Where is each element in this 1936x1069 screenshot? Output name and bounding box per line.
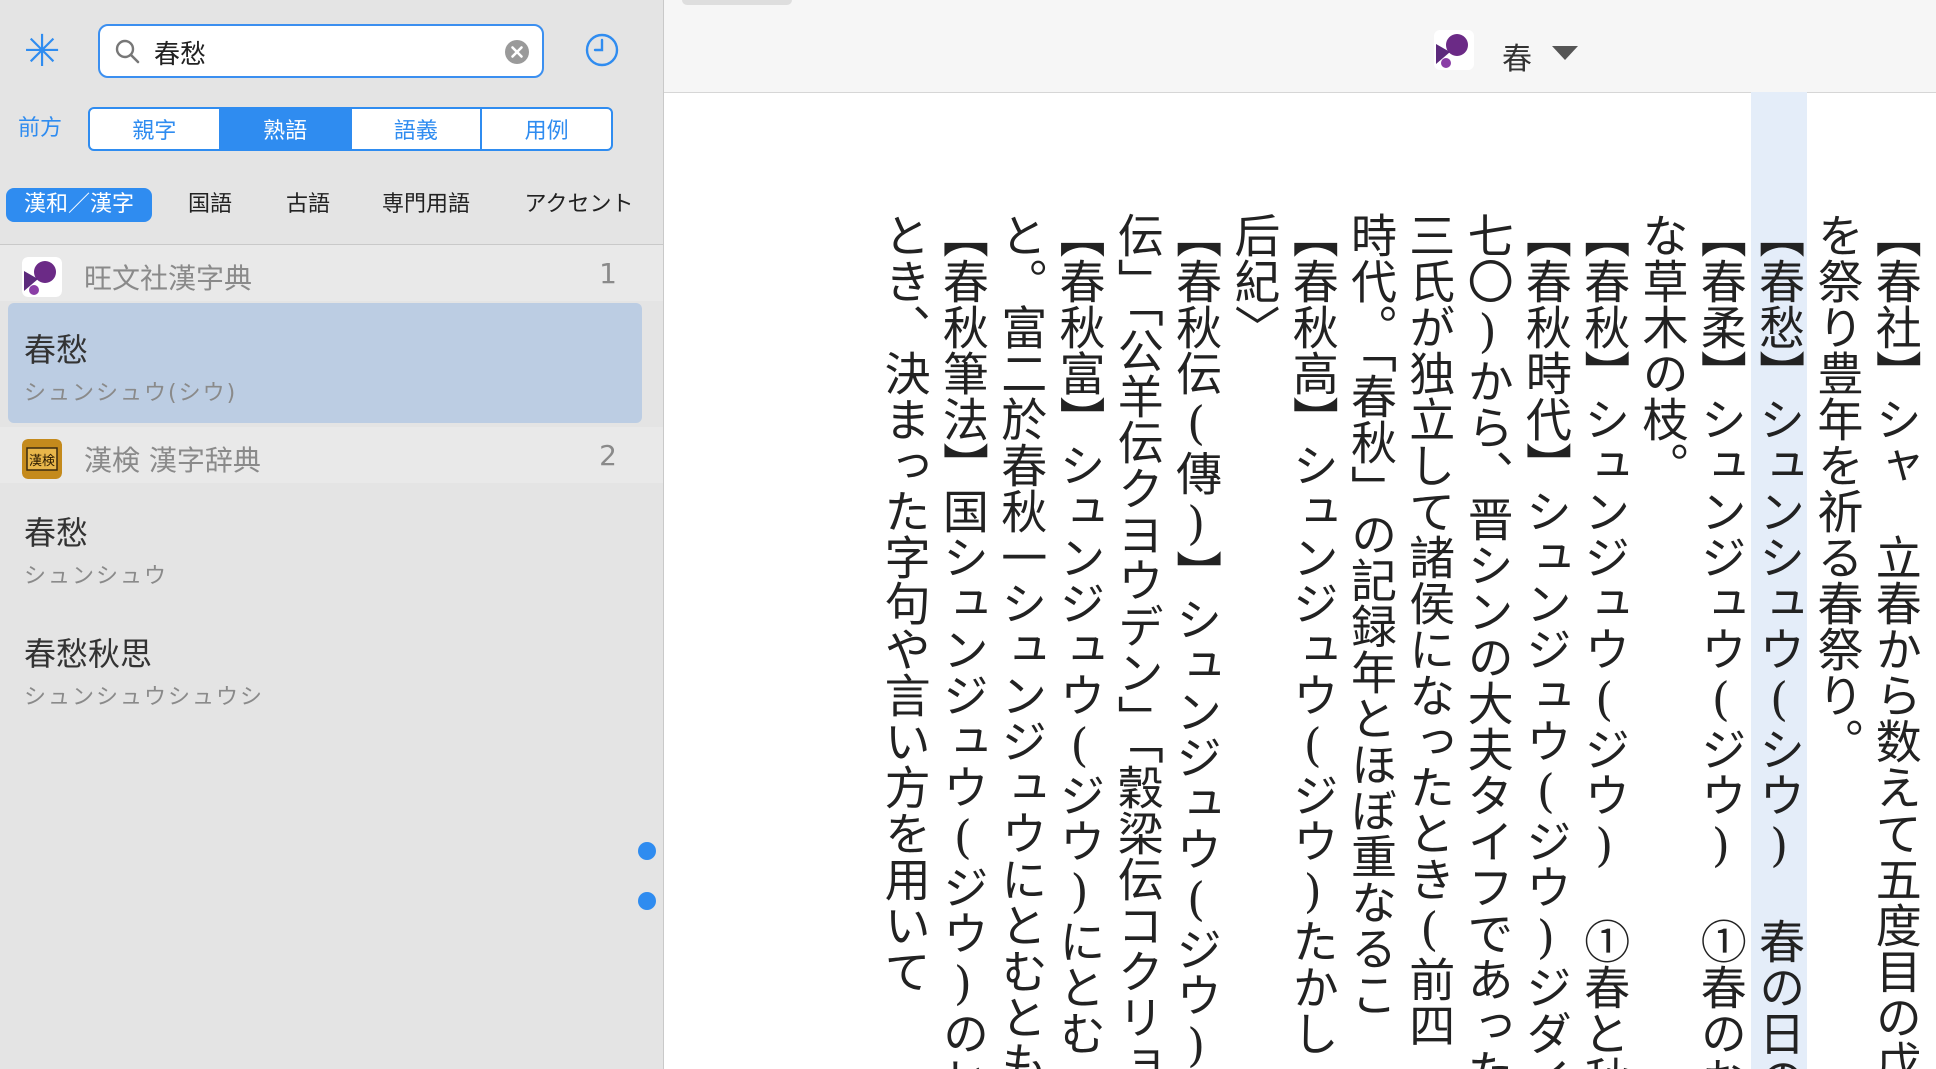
search-field[interactable] [98,24,544,78]
scroll-indicator-dot[interactable] [638,892,656,910]
tab-handle [682,0,792,5]
result-entry[interactable]: 春愁 シュンシュウ [0,486,663,606]
text-column: とき、決まった字句や言い方を用いて [877,212,932,994]
entry-headword: 春愁 [24,514,89,552]
text-column: 【春秋伝(傳)】シュンジュウ(ジウ)デン 「春秋」を解説し [1169,212,1224,1069]
obunsha-kanji-icon [22,257,62,297]
dictionary-count: 1 [599,257,617,290]
text-column: 伝」「公羊伝クヨウデン」「穀梁伝コクリョウデン」の三伝 [1110,212,1165,1069]
entry-reading: シュンシュウ(シウ) [24,381,238,406]
entry-detail-pane: 春 【春社】シャ 立春から数えて五度目の戊 を祭り豊年を祈る春祭り。 【春愁】シュン… [664,0,1936,1069]
result-entry[interactable]: 春愁秋思 シュンシュウシュウシ [0,607,663,727]
entry-headword: 春愁 [24,331,89,369]
text-column: 時代。「春秋」の記録年とほぼ重なるこ [1344,212,1398,1017]
search-icon [115,39,140,64]
title-bar: 春 [664,0,1936,93]
tab-accent[interactable]: アクセント [504,188,654,222]
text-column: 【春秋】シュンジュウ(ジウ) ①春と秋。②年月。③年 [1577,212,1632,1069]
clear-icon[interactable] [504,39,530,65]
dictionary-count: 2 [599,439,617,472]
text-column: 【春愁】シュンシュウ(シウ) 春の日の物思い。春恨。 [1751,92,1808,1069]
dictionary-header-kanken: 漢検 漢検 漢字辞典 2 [0,427,663,483]
dictionary-header-obunsha: 旺文社漢字典 1 [0,245,663,301]
entry-reading: シュンシュウシュウシ [24,685,265,710]
text-column: 【春秋筆法】国シュンジュウ(ジウ)のヒッポウ(パフ) 孔子が「春秋」 [935,212,990,1069]
asterisk-icon[interactable]: ✳ [20,30,64,74]
dictionary-name: 旺文社漢字典 [84,262,253,295]
history-clock-icon[interactable] [584,32,620,68]
scroll-indicator-dot[interactable] [638,842,656,860]
kanken-icon: 漢検 [22,439,62,479]
text-column: な草木の枝。 [1635,212,1690,488]
text-column: 【春柔】シュンジュウ(ジウ) ①春のおだやかな景色。② [1693,212,1748,1069]
segment-gogi[interactable]: 語義 [352,109,483,149]
tab-kogo[interactable]: 古語 [270,188,346,222]
tab-kanwa-kanji[interactable]: 漢和／漢字 [6,188,152,222]
text-column: と。富二於春秋一シュンジュウにとむとも。〈史記・斉 [994,212,1049,1069]
text-column: 【春秋時代】シュンジュウ(ジウ)ジダイ 周が洛陽ラクヨウへ遷都 [1518,212,1573,1069]
tab-kokugo[interactable]: 国語 [172,188,248,222]
forward-match-button[interactable]: 前方 [18,110,62,142]
text-column: 七〇)から、晋シンの大夫タイフであった韓カ [1460,212,1515,1069]
text-column: 【春秋富】シュンジュウ(ジウ)にとむ 残りの年数が多い。 [1052,212,1107,1069]
tab-senmon-yougo[interactable]: 専門用語 [368,188,484,222]
chevron-down-icon[interactable] [1550,44,1580,62]
result-entry[interactable]: 春愁 シュンシュウ(シウ) [8,303,642,423]
kanji-title[interactable]: 春 [1502,34,1532,78]
search-target-segmented-control: 親字 熟語 語義 用例 [88,107,613,151]
entry-reading: シュンシュウ [24,564,169,589]
sidebar: ✳ 前方 親字 熟語 語義 用例 漢和／漢字 国語 古語 専門用語 アクセント [0,0,664,1069]
text-column: 【春社】シャ 立春から数えて五度目の戊 [1868,212,1923,1069]
obunsha-kanji-icon [1434,30,1474,70]
search-input[interactable] [152,34,476,70]
entry-headword: 春愁秋思 [24,635,153,673]
text-column: 后紀〉 [1227,212,1282,350]
svg-text:漢検: 漢検 [29,454,55,469]
category-tabs: 漢和／漢字 国語 古語 専門用語 アクセント [0,184,663,226]
text-column: 三氏が独立して諸侯になったとき(前四 [1402,212,1457,1048]
segment-jukugo[interactable]: 熟語 [220,109,352,149]
segment-oyaji[interactable]: 親字 [90,109,221,149]
text-column: 【春秋高】シュンジュウ(ジウ)たかし 年をとる。年老いた [1285,212,1340,1069]
dictionary-name: 漢検 漢字辞典 [84,444,261,477]
text-column: を祭り豊年を祈る春祭り。 [1810,212,1865,764]
segment-yourei[interactable]: 用例 [482,109,611,149]
vertical-text-body: 【春社】シャ 立春から数えて五度目の戊 を祭り豊年を祈る春祭り。 【春愁】シュンシュ… [664,92,1936,1069]
